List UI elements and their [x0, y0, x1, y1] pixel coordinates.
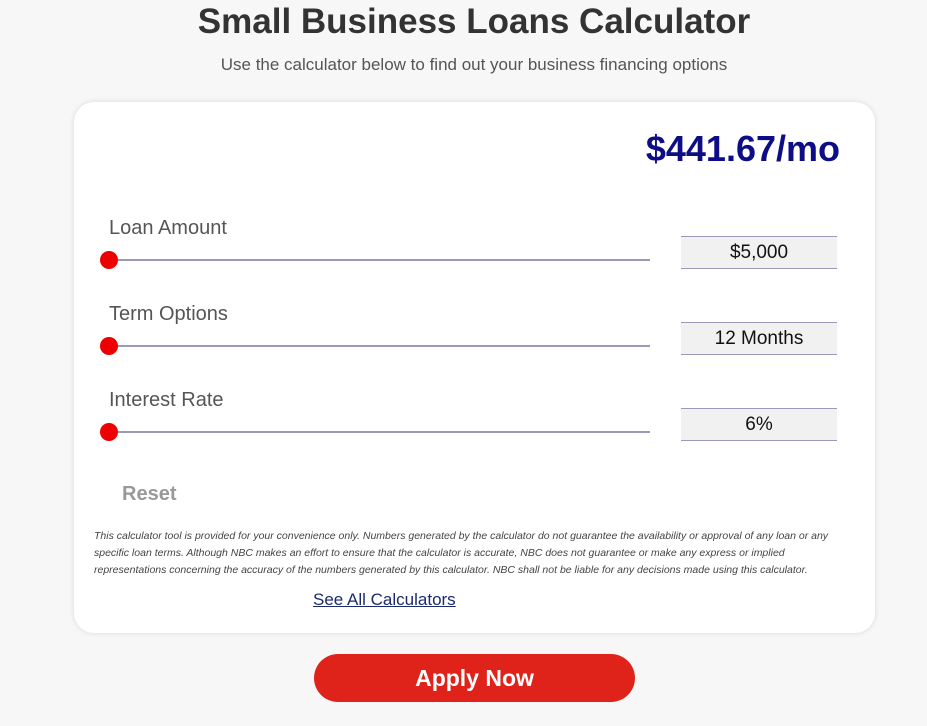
page-title: Small Business Loans Calculator — [197, 2, 751, 41]
apply-now-button[interactable]: Apply Now — [314, 654, 635, 702]
loan-amount-input[interactable]: $5,000 — [681, 236, 837, 269]
loan-amount-slider-thumb[interactable] — [100, 251, 118, 269]
calculator-card: $441.67/mo Loan Amount $5,000 Term Optio… — [74, 102, 875, 633]
disclaimer-text: This calculator tool is provided for you… — [94, 530, 829, 576]
interest-rate-label: Interest Rate — [109, 389, 224, 411]
term-options-input[interactable]: 12 Months — [681, 322, 837, 355]
page: Small Business Loans Calculator Use the … — [0, 0, 927, 726]
interest-rate-input[interactable]: 6% — [681, 408, 837, 441]
term-options-label: Term Options — [109, 303, 228, 325]
interest-rate-slider[interactable] — [100, 423, 650, 441]
loan-amount-slider[interactable] — [100, 251, 650, 269]
page-subtitle: Use the calculator below to find out you… — [220, 55, 728, 74]
interest-rate-slider-thumb[interactable] — [100, 423, 118, 441]
monthly-payment: $441.67/mo — [645, 128, 840, 169]
term-options-slider[interactable] — [100, 337, 650, 355]
loan-amount-label: Loan Amount — [109, 217, 227, 239]
see-all-calculators-link[interactable]: See All Calculators — [313, 590, 456, 610]
term-options-slider-thumb[interactable] — [100, 337, 118, 355]
reset-button[interactable]: Reset — [122, 483, 176, 506]
